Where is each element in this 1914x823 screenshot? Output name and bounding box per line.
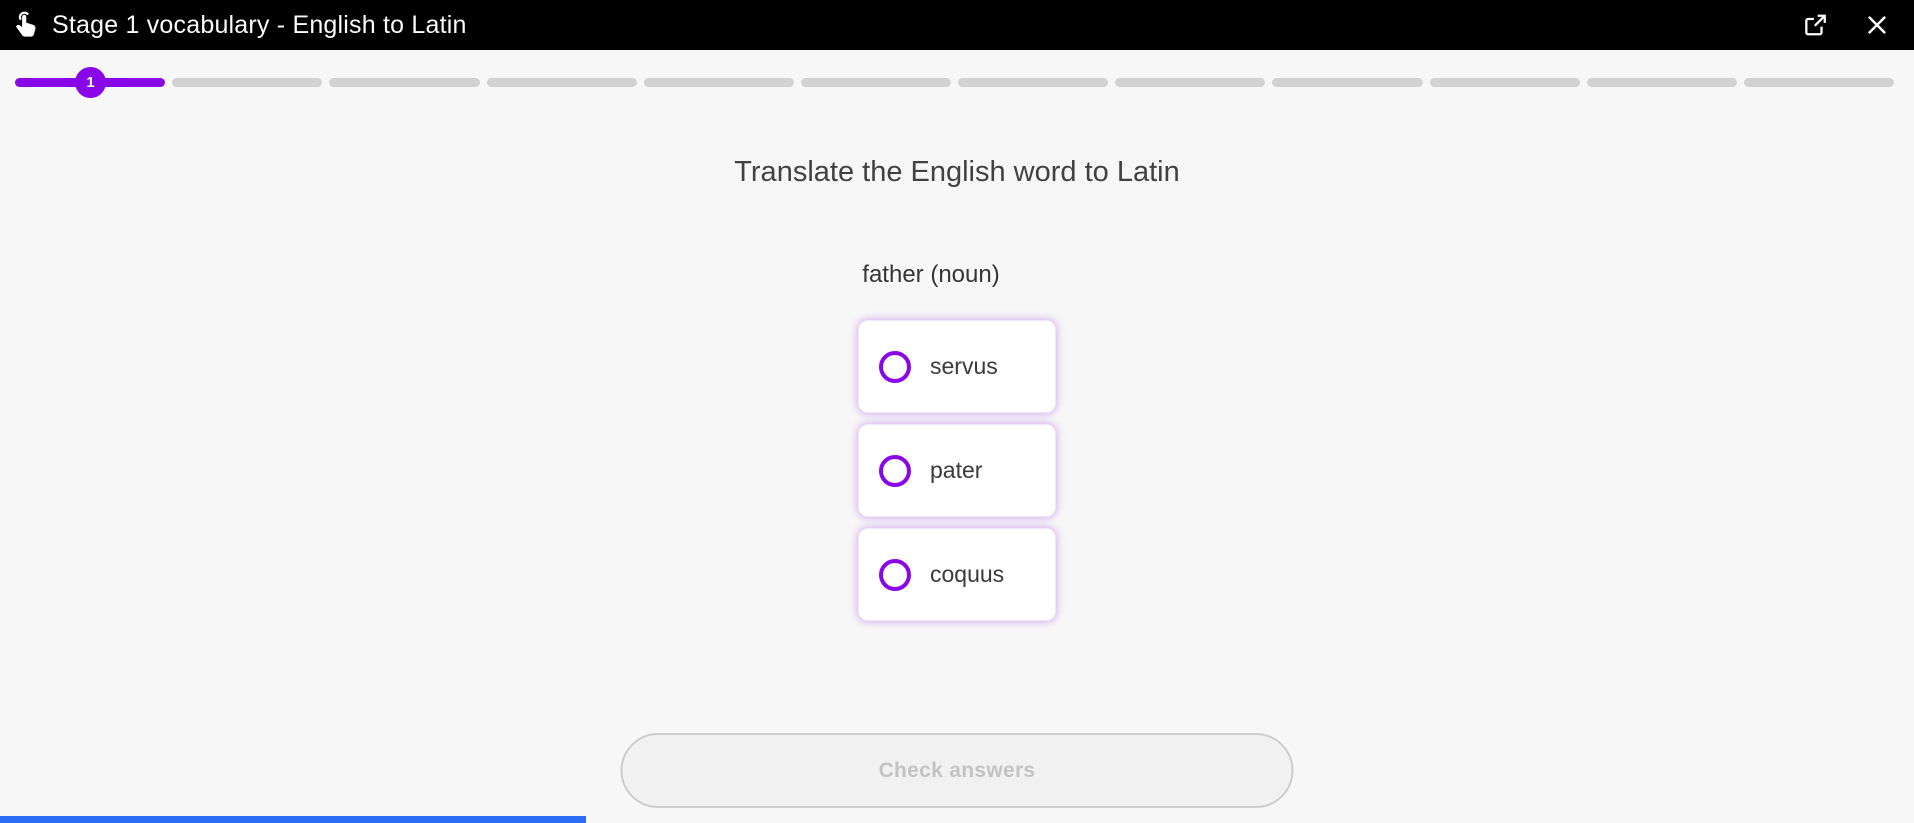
check-answers-button[interactable]: Check answers [621,733,1294,808]
question-prompt: father (noun) [862,261,999,289]
answer-option-coquus[interactable]: coquus [858,528,1056,621]
quiz-app: Stage 1 vocabulary - English to Latin 1 … [0,0,1914,823]
radio-icon[interactable] [879,559,911,591]
bottom-loading-bar [0,816,586,823]
radio-icon[interactable] [879,455,911,487]
close-icon[interactable] [1862,10,1892,40]
question-instruction: Translate the English word to Latin [0,156,1914,189]
answer-option-label: pater [930,457,982,484]
progress-segment-2 [172,78,322,87]
progress-segment-6 [801,78,951,87]
radio-icon[interactable] [879,351,911,383]
answer-option-label: servus [930,353,998,380]
answer-option-label: coquus [930,561,1004,588]
progress-segment-9 [1272,78,1422,87]
activity-title: Stage 1 vocabulary - English to Latin [52,11,467,40]
progress-segment-10 [1430,78,1580,87]
progress-segment-12 [1744,78,1894,87]
progress-segment-8 [1115,78,1265,87]
answer-option-servus[interactable]: servus [858,320,1056,413]
progress-segment-7 [958,78,1108,87]
progress-segment-5 [644,78,794,87]
tap-hand-icon [12,10,42,40]
progress-track [15,78,1894,87]
progress-segment-11 [1587,78,1737,87]
answer-option-pater[interactable]: pater [858,424,1056,517]
open-in-new-window-icon[interactable] [1800,10,1830,40]
progress-segment-4 [487,78,637,87]
progress-current-badge: 1 [75,67,106,98]
progress-segment-3 [329,78,479,87]
answer-options: servus pater coquus [858,320,1056,632]
title-bar: Stage 1 vocabulary - English to Latin [0,0,1914,50]
